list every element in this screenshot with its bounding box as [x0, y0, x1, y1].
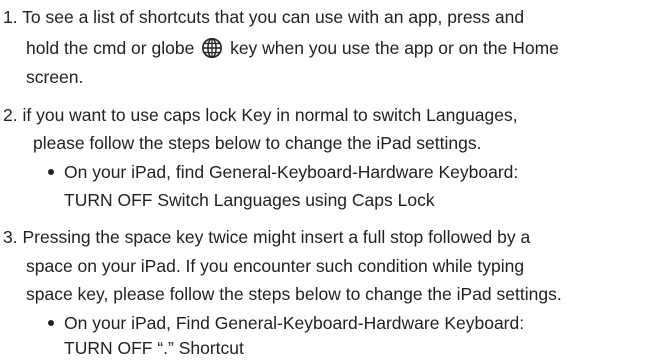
item-2-bullet-text-1: On your iPad, find General-Keyboard-Hard… — [64, 162, 519, 182]
globe-icon — [202, 38, 223, 58]
item-3-bullet-line-1: On your iPad, Find General-Keyboard-Hard… — [48, 311, 524, 335]
item-2-bullet-line-2: TURN OFF Switch Languages using Caps Loc… — [64, 188, 435, 212]
bullet-icon — [48, 169, 54, 175]
instructions-document: 1. To see a list of shortcuts that you c… — [0, 0, 653, 358]
item-2-bullet-line-1: On your iPad, find General-Keyboard-Hard… — [48, 160, 518, 184]
item-1-number: 1. — [3, 7, 18, 27]
item-1-text-3: key when you use the app or on the Home — [230, 38, 559, 58]
item-3-bullet-text-1: On your iPad, Find General-Keyboard-Hard… — [64, 313, 525, 333]
item-3-text-3: space key, please follow the steps below… — [26, 284, 562, 304]
item-2-line-1: 2. if you want to use caps lock Key in n… — [3, 103, 518, 127]
item-1-line-2: hold the cmd or globe key when you use t… — [26, 36, 559, 60]
item-3-bullet-line-2: TURN OFF “.” Shortcut — [64, 336, 244, 360]
item-2-text-2: please follow the steps below to change … — [33, 133, 482, 153]
item-2-line-2: please follow the steps below to change … — [33, 131, 481, 155]
item-1-text-2: hold the cmd or globe — [26, 38, 195, 58]
item-3-bullet-text-2: TURN OFF “.” Shortcut — [64, 338, 244, 358]
item-2-bullet-text-2: TURN OFF Switch Languages using Caps Loc… — [64, 190, 435, 210]
item-2-text-1: if you want to use caps lock Key in norm… — [22, 105, 518, 125]
bullet-icon — [48, 320, 54, 326]
item-1-text-4: screen. — [26, 67, 84, 87]
item-3-text-1: Pressing the space key twice might inser… — [22, 227, 531, 247]
item-3-number: 3. — [3, 227, 18, 247]
item-2-number: 2. — [3, 105, 18, 125]
item-1-line-1: 1. To see a list of shortcuts that you c… — [3, 5, 524, 29]
item-3-line-3: space key, please follow the steps below… — [26, 282, 562, 306]
item-1-text-1: To see a list of shortcuts that you can … — [22, 7, 525, 27]
item-3-line-1: 3. Pressing the space key twice might in… — [3, 225, 530, 249]
item-1-line-3: screen. — [26, 65, 83, 89]
item-3-text-2: space on your iPad. If you encounter suc… — [26, 256, 525, 276]
item-3-line-2: space on your iPad. If you encounter suc… — [26, 254, 524, 278]
